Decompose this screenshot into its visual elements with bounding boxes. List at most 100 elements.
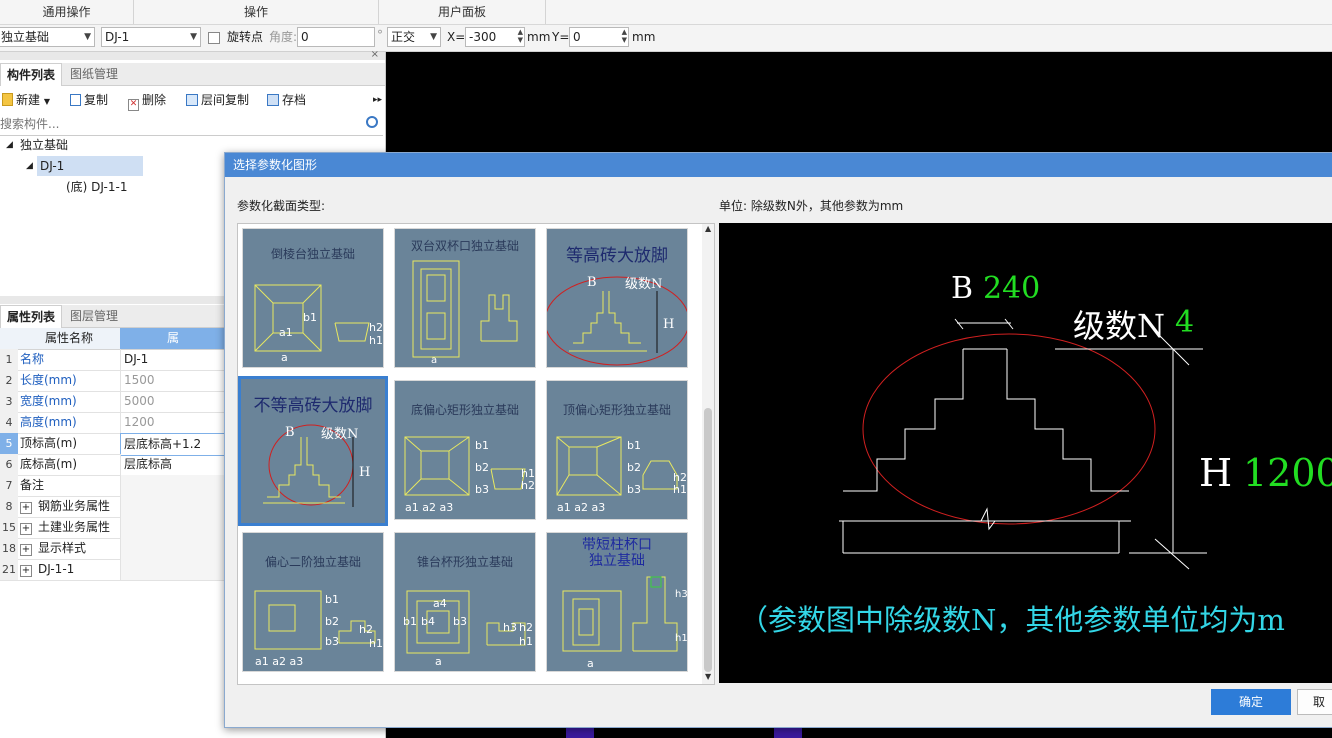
thumb-drawing — [254, 284, 370, 352]
property-value[interactable] — [120, 475, 228, 496]
more-icon[interactable]: ▸▸ — [373, 89, 382, 111]
canvas-marker — [774, 728, 802, 738]
chevron-down-icon: ▼ — [430, 32, 437, 42]
property-row[interactable]: 8 + 钢筋业务属性 — [0, 496, 228, 518]
spinner-icon[interactable]: ▲ ▼ — [518, 28, 523, 44]
expand-plus-icon[interactable]: + — [20, 523, 32, 535]
new-file-icon — [2, 93, 13, 106]
property-value[interactable] — [120, 496, 228, 517]
property-row[interactable]: 2 长度(mm) 1500 — [0, 370, 226, 392]
new-label: 新建 — [16, 93, 41, 107]
angle-input[interactable]: 0 — [297, 27, 375, 47]
gallery-scrollbar[interactable]: ▲ ▼ — [702, 224, 714, 684]
row-number: 7 — [0, 475, 18, 496]
property-row[interactable]: 7 备注 — [0, 475, 228, 497]
component-toolbar: 新建 ▼ 复制 ✕ 删除 层间复制 存档 ▸▸ — [0, 89, 385, 111]
new-button[interactable]: 新建 ▼ — [2, 89, 50, 113]
floor-copy-icon — [186, 94, 198, 106]
tree-leaf-label[interactable]: (底) DJ-1-1 — [66, 177, 127, 197]
tab-component-list[interactable]: 构件列表 — [0, 63, 63, 86]
ortho-mode-combo[interactable]: 正交 ▼ — [387, 27, 441, 47]
thumb-label: B — [285, 425, 295, 440]
thumb-label: B — [587, 275, 597, 290]
property-value[interactable] — [120, 559, 228, 580]
y-coordinate-input[interactable]: 0 ▲ ▼ — [569, 27, 629, 47]
row-number: 4 — [0, 412, 18, 433]
x-coordinate-input[interactable]: -300 ▲ ▼ — [465, 27, 525, 47]
angle-label: 角度: — [269, 30, 298, 44]
thumb-top-eccentric[interactable]: 顶偏心矩形独立基础 a1 a2 a3 b1 b2 b3 h2 h1 — [546, 380, 688, 520]
thumb-drawing — [412, 260, 518, 358]
property-row[interactable]: 1 名称 DJ-1 — [0, 349, 226, 371]
thumb-bottom-eccentric[interactable]: 底偏心矩形独立基础 a1 a2 a3 b1 b2 b3 h1 h2 — [394, 380, 536, 520]
property-value[interactable]: 层底标高+1.2 — [120, 433, 229, 456]
thumb-label: a3 — [591, 501, 606, 514]
floor-copy-button[interactable]: 层间复制 — [186, 89, 249, 111]
thumb-label: h1 — [673, 483, 687, 496]
tab-drawing-management[interactable]: 图纸管理 — [64, 63, 124, 85]
tree-root-label[interactable]: 独立基础 — [20, 135, 68, 155]
archive-button[interactable]: 存档 — [267, 89, 306, 111]
spinner-icon[interactable]: ▲ ▼ — [622, 28, 627, 44]
section-type-label: 参数化截面类型: — [237, 199, 326, 213]
thumb-label: a1 a2 a3 — [557, 501, 605, 514]
property-value[interactable]: DJ-1 — [120, 349, 228, 370]
expand-plus-icon[interactable]: + — [20, 565, 32, 577]
thumb-double-cup[interactable]: 双台双杯口独立基础 a — [394, 228, 536, 368]
row-number: 15 — [0, 517, 18, 538]
thumb-label: a2 — [574, 501, 588, 514]
rotate-point-label: 旋转点 — [227, 30, 264, 44]
scroll-up-icon[interactable]: ▲ — [705, 224, 711, 233]
thumb-short-column-cup[interactable]: 带短柱杯口独立基础 a h3 h1 — [546, 532, 688, 672]
thumb-cone-cup[interactable]: 锥台杯形独立基础 a a4 b1 b4 b3 h3 h2 h1 — [394, 532, 536, 672]
thumb-equal-brick-footing[interactable]: 等高砖大放脚 B 级数N H — [546, 228, 688, 368]
search-icon[interactable] — [366, 116, 378, 128]
thumb-label: b3 — [627, 483, 641, 496]
tree-expand-icon[interactable]: ◢ — [6, 135, 13, 155]
preview-n-value: 4 — [1175, 305, 1195, 340]
thumb-label: a1 — [405, 501, 419, 514]
thumb-label: a2 — [272, 655, 286, 668]
thumb-eccentric-two-step[interactable]: 偏心二阶独立基础 a1 a2 a3 b1 b2 b3 h2 h1 — [242, 532, 384, 672]
column-header-name: 属性名称 — [44, 331, 93, 345]
scroll-down-icon[interactable]: ▼ — [705, 672, 711, 681]
chevron-down-icon: ▼ — [43, 97, 50, 106]
x-unit: mm — [527, 30, 551, 44]
ok-button[interactable]: 确定 — [1211, 689, 1291, 715]
delete-button[interactable]: ✕ 删除 — [128, 89, 166, 111]
property-row[interactable]: 21 + DJ-1-1 — [0, 559, 228, 581]
expand-plus-icon[interactable]: + — [20, 502, 32, 514]
tree-child-label[interactable]: DJ-1 — [40, 156, 64, 176]
property-row[interactable]: 5 顶标高(m) 层底标高+1.2 — [0, 433, 229, 456]
property-row[interactable]: 3 宽度(mm) 5000 — [0, 391, 226, 413]
property-row[interactable]: 6 底标高(m) 层底标高 — [0, 454, 226, 476]
property-row[interactable]: 15 + 土建业务属性 — [0, 517, 228, 539]
thumb-label: 级数N — [625, 277, 663, 292]
property-value[interactable]: 5000 — [120, 391, 228, 412]
thumb-inverted-frustum[interactable]: 倒棱台独立基础 a a1 b1 h2 h1 — [242, 228, 384, 368]
property-value[interactable] — [120, 517, 228, 538]
search-input[interactable] — [0, 115, 360, 133]
scrollbar-thumb[interactable] — [704, 408, 712, 672]
x-label: X= — [447, 30, 466, 44]
thumb-unequal-brick-footing[interactable]: 不等高砖大放脚 B 级数N H — [238, 376, 388, 526]
expand-plus-icon[interactable]: + — [20, 544, 32, 556]
thumb-label: b1 — [475, 439, 489, 452]
property-value[interactable]: 层底标高 — [120, 454, 228, 475]
property-row[interactable]: 4 高度(mm) 1200 — [0, 412, 226, 434]
tree-expand-icon[interactable]: ◢ — [26, 156, 33, 176]
thumb-label: b1 — [303, 311, 317, 324]
property-value[interactable]: 1500 — [120, 370, 228, 391]
property-value[interactable]: 1200 — [120, 412, 228, 433]
property-value[interactable] — [120, 538, 228, 559]
component-type-combo[interactable]: 独立基础 ▼ — [0, 27, 95, 47]
tab-layer-management[interactable]: 图层管理 — [64, 305, 124, 327]
property-name: 宽度(mm) — [20, 391, 118, 412]
cancel-button[interactable]: 取 — [1297, 689, 1332, 715]
tab-property-list[interactable]: 属性列表 — [0, 305, 63, 328]
property-row[interactable]: 18 + 显示样式 — [0, 538, 228, 560]
rotate-point-checkbox[interactable] — [208, 32, 220, 44]
component-name-combo[interactable]: DJ-1 ▼ — [101, 27, 201, 47]
copy-button[interactable]: 复制 — [70, 89, 108, 111]
close-icon[interactable]: × — [371, 49, 379, 60]
